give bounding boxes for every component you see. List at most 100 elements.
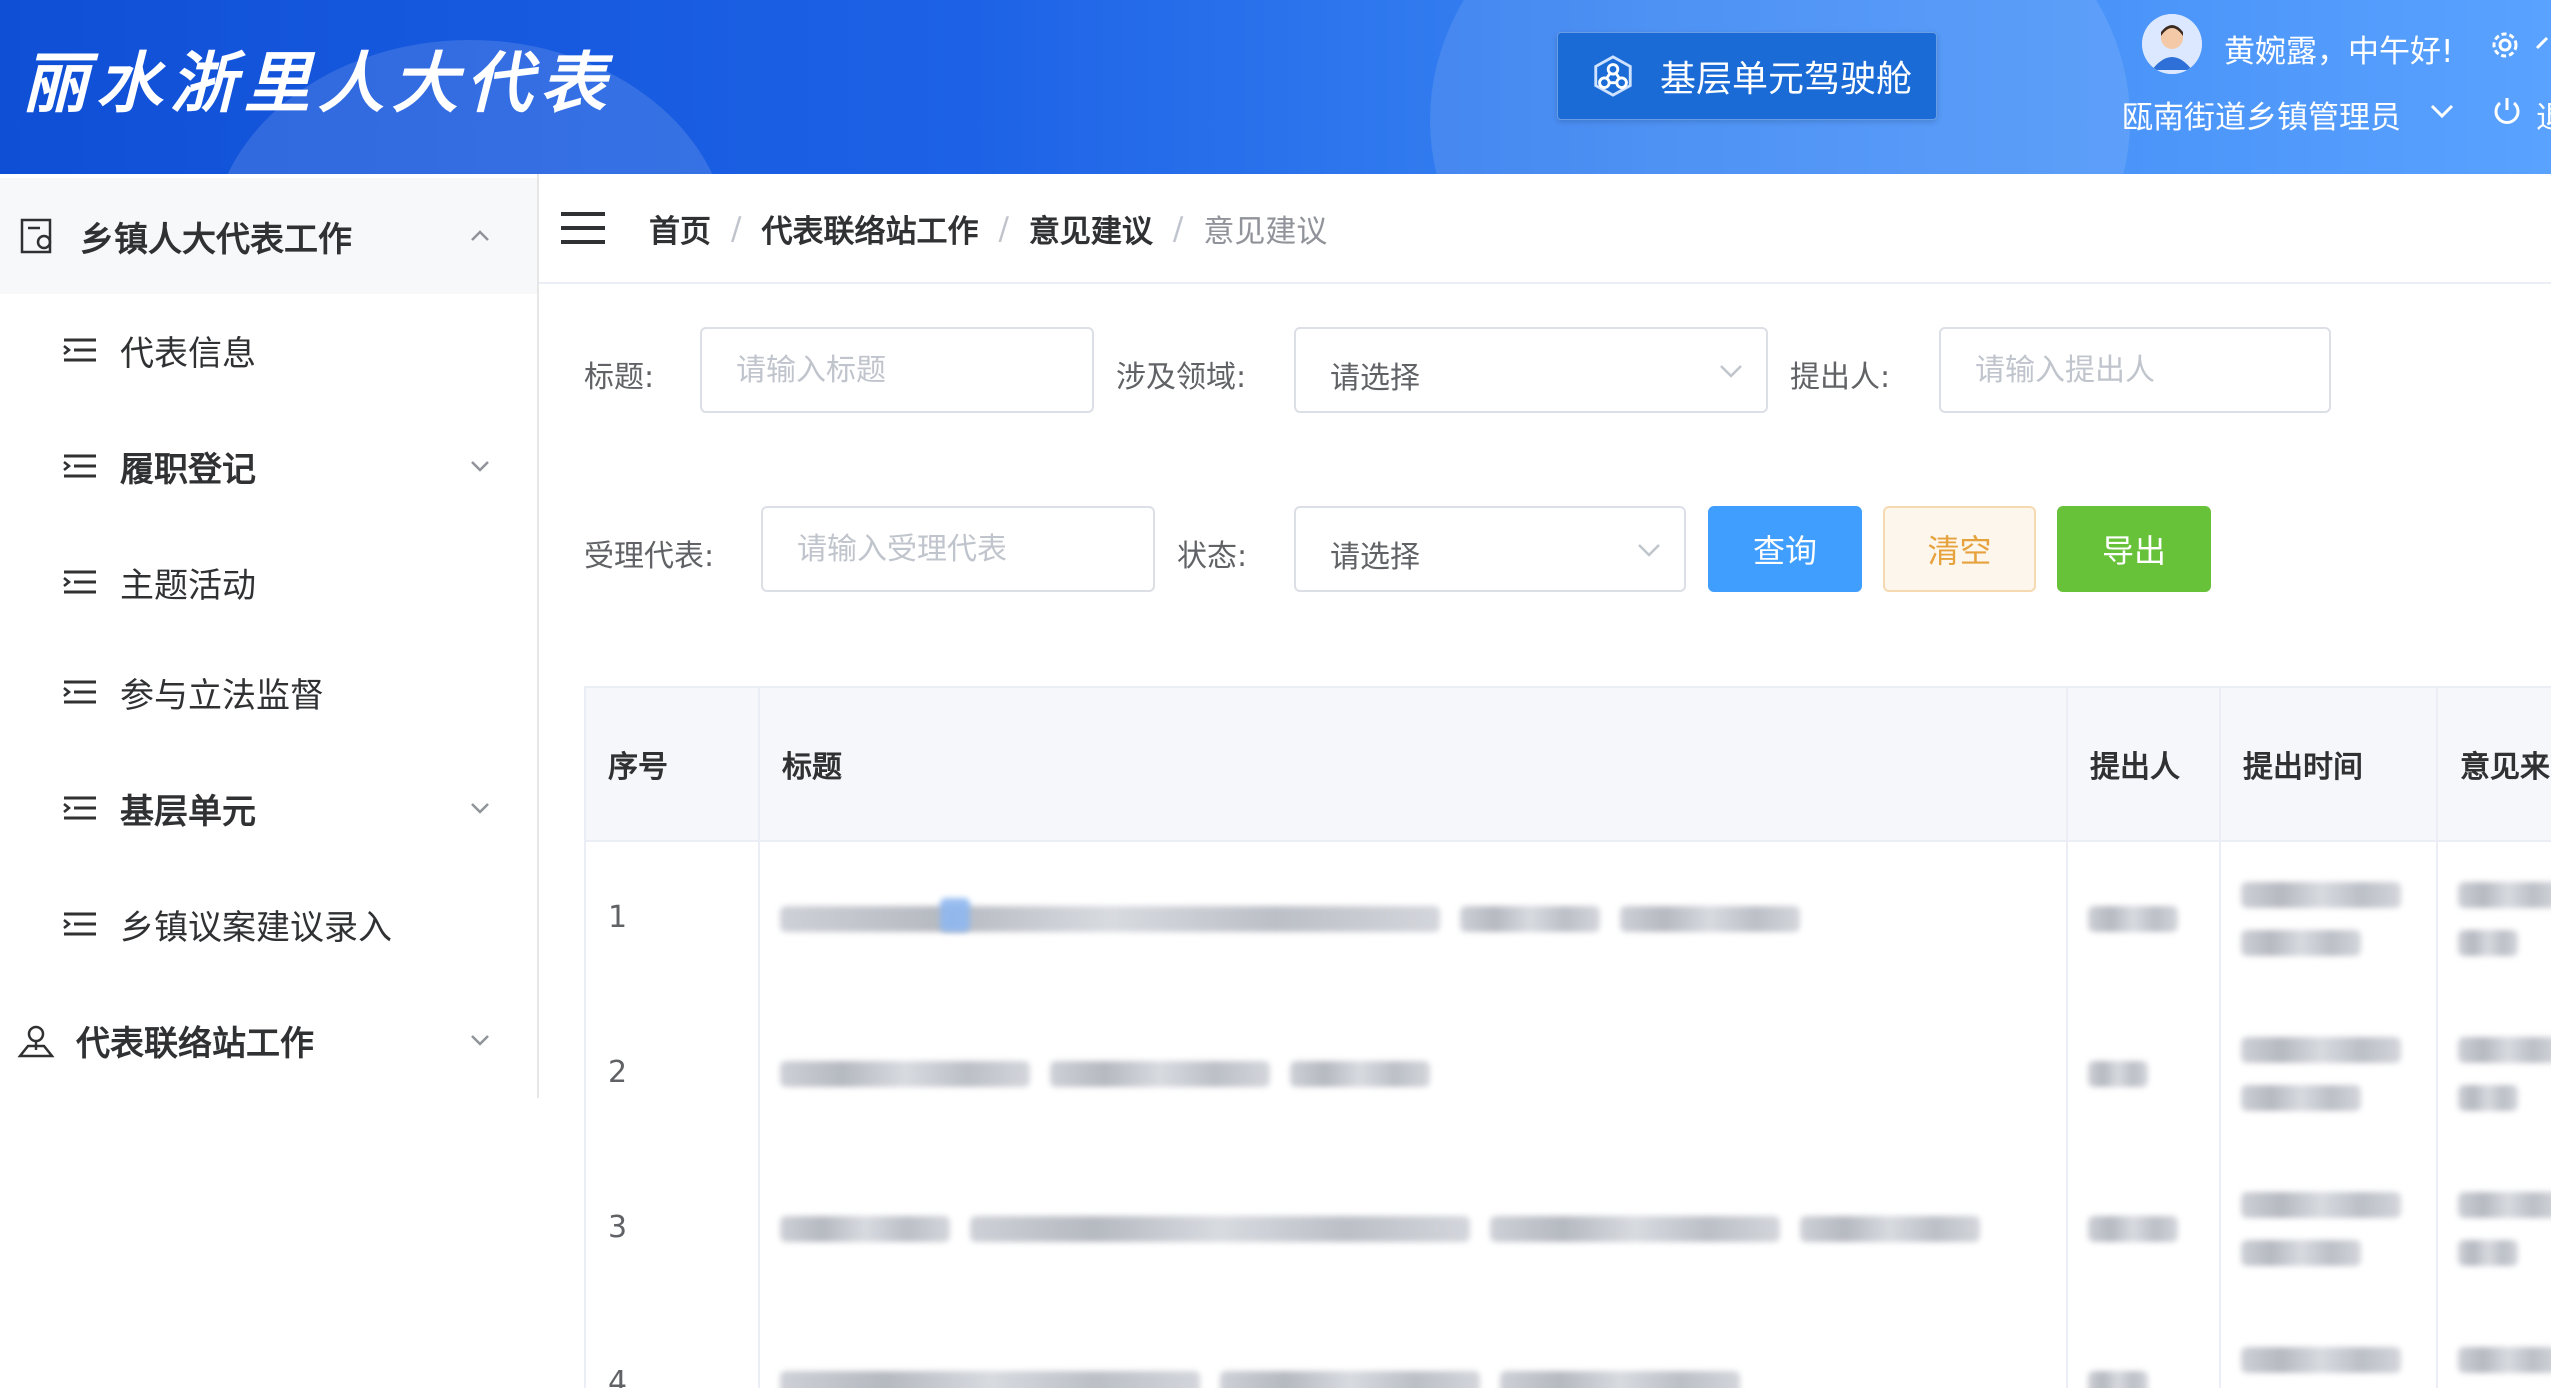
- redacted-text: [2241, 1037, 2401, 1063]
- column-header-source: 意见来: [2438, 688, 2551, 840]
- sidebar-item-label: 乡镇人大代表工作: [80, 219, 352, 260]
- sidebar: 乡镇人大代表工作 代表信息 履职登记 主题活动 参与立法监督 基层单元 乡镇议案…: [0, 174, 539, 1098]
- row-index: 2: [608, 1055, 628, 1090]
- redacted-text: [2088, 1216, 2178, 1242]
- opinions-table: 序号 标题 提出人 提出时间 意见来 1 2 3 4: [584, 686, 2551, 1388]
- sidebar-item-town-deputy-work[interactable]: 乡镇人大代表工作: [0, 178, 537, 294]
- app-logo-title: 丽水浙里人大代表: [22, 44, 614, 122]
- breadcrumb: 首页 / 代表联络站工作 / 意见建议 / 意见建议: [649, 206, 1327, 251]
- cell-title: [760, 997, 2068, 1152]
- logout-text[interactable]: 退: [2536, 92, 2551, 137]
- chevron-up-icon[interactable]: [2535, 28, 2551, 58]
- redacted-text: [2241, 1347, 2401, 1373]
- user-role-text[interactable]: 瓯南街道乡镇管理员: [2122, 92, 2401, 137]
- redacted-text: [2458, 1192, 2551, 1218]
- redacted-text: [2241, 1240, 2361, 1266]
- sidebar-item-town-proposal-entry[interactable]: 乡镇议案建议录入: [0, 866, 537, 982]
- gear-icon[interactable]: [2488, 28, 2522, 62]
- redacted-text: [2088, 906, 2178, 932]
- status-select[interactable]: 请选择: [1294, 506, 1686, 592]
- cell-time: [2221, 1307, 2438, 1388]
- sidebar-item-label: 乡镇议案建议录入: [120, 907, 392, 948]
- redacted-text: [2458, 1037, 2551, 1063]
- clear-button[interactable]: 清空: [1883, 506, 2036, 592]
- redacted-text: [2241, 1192, 2401, 1218]
- redacted-text: [1490, 1216, 1780, 1242]
- map-pin-icon: [17, 1025, 55, 1058]
- column-header-title: 标题: [760, 688, 2068, 840]
- cell-title: [760, 1307, 2068, 1388]
- redacted-text: [940, 898, 970, 932]
- cell-time: [2221, 842, 2438, 997]
- redacted-text: [1220, 1371, 1480, 1388]
- breadcrumb-bar: 首页 / 代表联络站工作 / 意见建议 / 意见建议: [539, 174, 2551, 284]
- chevron-down-icon: [1638, 544, 1660, 557]
- sidebar-item-label: 参与立法监督: [120, 675, 324, 716]
- cell-proposer: [2068, 1307, 2221, 1388]
- hamburger-icon[interactable]: [561, 210, 605, 246]
- redacted-text: [1050, 1061, 1270, 1087]
- network-icon: [1594, 55, 1632, 97]
- redacted-text: [2458, 1085, 2518, 1111]
- chevron-down-icon: [471, 1035, 489, 1046]
- table-header: 序号 标题 提出人 提出时间 意见来: [586, 688, 2551, 842]
- table-row[interactable]: 1: [586, 842, 2551, 999]
- sidebar-item-legislation-supervision[interactable]: 参与立法监督: [0, 634, 537, 750]
- table-row[interactable]: 2: [586, 997, 2551, 1154]
- proposer-input[interactable]: [1939, 327, 2331, 413]
- avatar-icon: [2142, 14, 2202, 74]
- redacted-text: [2458, 882, 2551, 908]
- receiver-input[interactable]: [761, 506, 1155, 592]
- domain-filter-label: 涉及领域:: [1116, 360, 1247, 395]
- app-header: 丽水浙里人大代表 基层单元驾驶舱 黄婉露，中午好! 瓯南街道乡镇管理员: [0, 0, 2551, 174]
- breadcrumb-opinions[interactable]: 意见建议: [1029, 206, 1153, 251]
- redacted-text: [780, 1216, 950, 1242]
- sidebar-item-theme-activity[interactable]: 主题活动: [0, 524, 537, 640]
- sidebar-item-grassroots-unit[interactable]: 基层单元: [0, 750, 537, 866]
- cell-index: 3: [586, 1152, 760, 1307]
- table-row[interactable]: 4: [586, 1307, 2551, 1388]
- title-filter-label: 标题:: [584, 360, 655, 395]
- cell-title: [760, 842, 2068, 997]
- redacted-text: [2241, 1085, 2361, 1111]
- column-header-proposer: 提出人: [2068, 688, 2221, 840]
- table-row[interactable]: 3: [586, 1152, 2551, 1309]
- sidebar-item-liaison-station-work[interactable]: 代表联络站工作: [0, 982, 537, 1098]
- cell-index: 2: [586, 997, 760, 1152]
- list-icon: [63, 680, 96, 704]
- redacted-text: [2088, 1061, 2148, 1087]
- breadcrumb-separator: /: [1172, 210, 1184, 247]
- breadcrumb-liaison-station[interactable]: 代表联络站工作: [761, 206, 978, 251]
- breadcrumb-home[interactable]: 首页: [649, 206, 711, 251]
- sidebar-item-duty-registration[interactable]: 履职登记: [0, 408, 537, 524]
- status-filter-label: 状态:: [1177, 539, 1248, 574]
- cell-time: [2221, 997, 2438, 1152]
- list-icon: [63, 796, 96, 820]
- sidebar-item-label: 代表联络站工作: [76, 1023, 314, 1064]
- domain-select[interactable]: 请选择: [1294, 327, 1768, 413]
- receiver-filter-label: 受理代表:: [584, 539, 715, 574]
- chevron-up-icon: [471, 230, 489, 241]
- sidebar-item-label: 代表信息: [120, 333, 256, 374]
- power-icon[interactable]: [2490, 94, 2524, 128]
- sidebar-item-deputy-info[interactable]: 代表信息: [0, 292, 537, 408]
- cell-index: 1: [586, 842, 760, 997]
- cell-source: [2438, 1307, 2551, 1388]
- row-index: 1: [608, 900, 628, 935]
- breadcrumb-separator: /: [998, 210, 1009, 247]
- query-button[interactable]: 查询: [1708, 506, 1862, 592]
- chevron-down-icon[interactable]: [2428, 98, 2456, 122]
- row-index: 3: [608, 1210, 628, 1245]
- cell-source: [2438, 1152, 2551, 1307]
- cell-index: 4: [586, 1307, 760, 1388]
- dashboard-icon: [20, 218, 52, 254]
- sidebar-item-label: 履职登记: [120, 449, 256, 490]
- title-input[interactable]: [700, 327, 1094, 413]
- list-icon: [63, 338, 96, 362]
- avatar[interactable]: [2142, 14, 2202, 74]
- export-button[interactable]: 导出: [2057, 506, 2211, 592]
- redacted-text: [1290, 1061, 1430, 1087]
- cell-source: [2438, 842, 2551, 997]
- breadcrumb-separator: /: [731, 210, 742, 247]
- cockpit-button[interactable]: 基层单元驾驶舱: [1557, 32, 1937, 120]
